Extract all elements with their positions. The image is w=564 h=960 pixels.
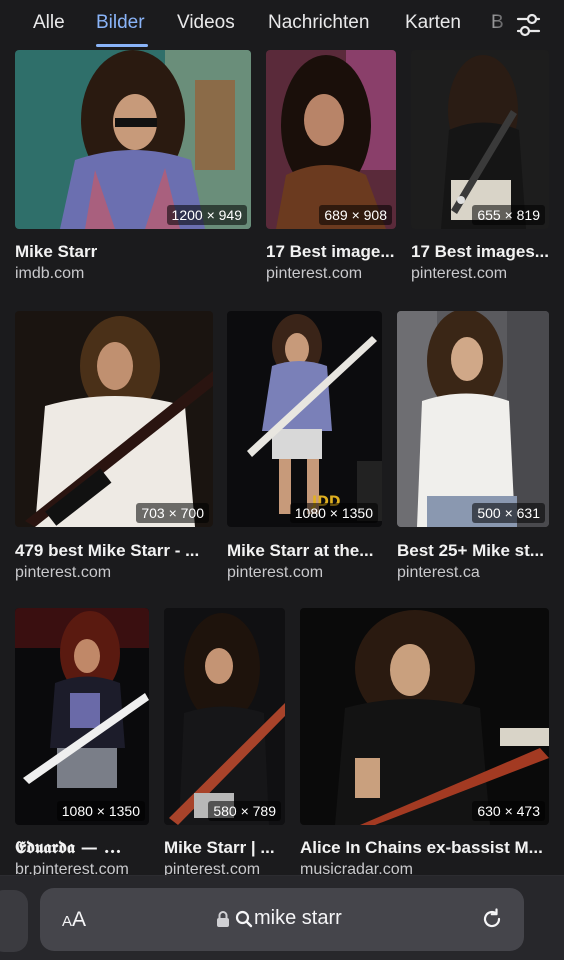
image-result-card[interactable]: 655 × 819 17 Best images... pinterest.co… xyxy=(411,50,549,290)
result-source[interactable]: pinterest.com xyxy=(15,564,213,582)
result-image[interactable]: 1080 × 1350 xyxy=(15,608,149,825)
result-title[interactable]: 17 Best image... xyxy=(266,242,402,262)
result-image[interactable]: 500 × 631 xyxy=(397,311,549,527)
tab-maps[interactable]: Karten xyxy=(405,12,461,34)
result-image[interactable]: 630 × 473 xyxy=(300,608,549,825)
result-title[interactable]: Mike Starr | ... xyxy=(164,838,285,858)
lock-icon xyxy=(217,911,229,927)
image-result-card[interactable]: JDD 1080 × 1350 Mike Starr at the... pin… xyxy=(227,311,382,589)
search-settings-button[interactable] xyxy=(510,8,546,42)
image-dimensions: 500 × 631 xyxy=(472,503,545,523)
image-dimensions: 1080 × 1350 xyxy=(56,801,145,821)
result-title[interactable]: Alice In Chains ex-bassist M... xyxy=(300,838,549,858)
search-tabs-bar: Alle Bilder Videos Nachrichten Karten B xyxy=(0,0,564,50)
result-title[interactable]: 17 Best images... xyxy=(411,242,551,262)
tab-images[interactable]: Bilder xyxy=(96,12,145,34)
image-result-card[interactable]: 500 × 631 Best 25+ Mike st... pinterest.… xyxy=(397,311,549,589)
address-bar[interactable]: AA mike starr xyxy=(40,888,524,951)
tab-all[interactable]: Alle xyxy=(33,12,65,34)
sliders-icon xyxy=(516,13,541,37)
result-title[interactable]: 479 best Mike Starr - ... xyxy=(15,541,213,561)
image-result-card[interactable]: 1200 × 949 Mike Starr imdb.com xyxy=(15,50,251,290)
image-dimensions: 655 × 819 xyxy=(472,205,545,225)
tab-videos[interactable]: Videos xyxy=(177,12,235,34)
search-icon xyxy=(235,910,253,928)
image-result-card[interactable]: 580 × 789 Mike Starr | ... pinterest.com xyxy=(164,608,285,878)
result-image[interactable]: 1200 × 949 xyxy=(15,50,251,229)
result-source[interactable]: pinterest.com xyxy=(227,564,382,582)
result-title[interactable]: 𝕰𝖉𝖚𝖆𝖗𝖉𝖆 — ... xyxy=(15,838,149,858)
result-title[interactable]: Best 25+ Mike st... xyxy=(397,541,549,561)
result-image[interactable]: 580 × 789 xyxy=(164,608,285,825)
image-result-card[interactable]: 630 × 473 Alice In Chains ex-bassist M..… xyxy=(300,608,549,878)
image-dimensions: 580 × 789 xyxy=(208,801,281,821)
image-dimensions: 1200 × 949 xyxy=(166,205,247,225)
result-title[interactable]: Mike Starr xyxy=(15,242,251,262)
text-size-button[interactable]: AA xyxy=(62,908,86,932)
image-result-card[interactable]: 689 × 908 17 Best image... pinterest.com xyxy=(266,50,396,290)
browser-toolbar: AA mike starr xyxy=(0,875,564,960)
address-bar-query[interactable]: mike starr xyxy=(254,907,342,930)
image-dimensions: 703 × 700 xyxy=(136,503,209,523)
result-image[interactable]: JDD 1080 × 1350 xyxy=(227,311,382,527)
tab-news[interactable]: Nachrichten xyxy=(268,12,369,34)
result-source[interactable]: imdb.com xyxy=(15,265,251,283)
result-source[interactable]: pinterest.ca xyxy=(397,564,549,582)
reload-icon[interactable] xyxy=(480,907,504,931)
image-dimensions: 630 × 473 xyxy=(472,801,545,821)
result-image[interactable]: 703 × 700 xyxy=(15,311,213,527)
image-dimensions: 1080 × 1350 xyxy=(289,503,378,523)
result-source[interactable]: pinterest.com xyxy=(266,265,396,283)
result-image[interactable]: 689 × 908 xyxy=(266,50,396,229)
image-results-grid: 1200 × 949 Mike Starr imdb.com 689 × 908… xyxy=(0,0,564,960)
image-result-card[interactable]: 1080 × 1350 𝕰𝖉𝖚𝖆𝖗𝖉𝖆 — ... br.pinterest.c… xyxy=(15,608,149,878)
previous-tab-peek[interactable] xyxy=(0,890,28,952)
image-dimensions: 689 × 908 xyxy=(319,205,392,225)
image-result-card[interactable]: 703 × 700 479 best Mike Starr - ... pint… xyxy=(15,311,213,589)
result-title[interactable]: Mike Starr at the... xyxy=(227,541,382,561)
result-source[interactable]: pinterest.com xyxy=(411,265,549,283)
active-tab-indicator xyxy=(96,44,148,47)
result-image[interactable]: 655 × 819 xyxy=(411,50,549,229)
